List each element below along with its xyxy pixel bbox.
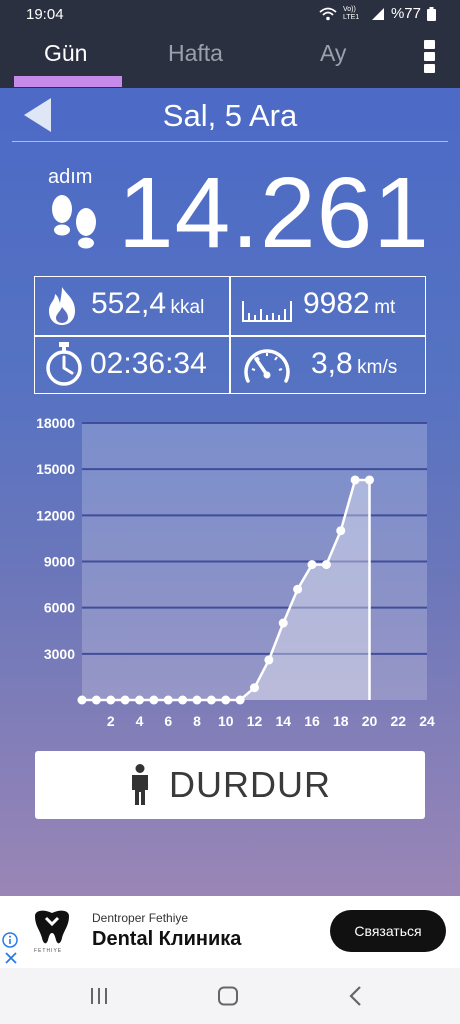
status-bar: 19:04 Vo)) LTE1 %77 xyxy=(0,0,460,30)
speed-unit: km/s xyxy=(357,357,398,378)
chart-x-tick-label: 4 xyxy=(136,713,144,729)
calories-value: 552,4 xyxy=(91,287,167,320)
calories-stat: 552,4 kkal xyxy=(91,287,204,321)
speedometer-icon xyxy=(244,349,290,383)
chart-x-tick-label: 18 xyxy=(333,713,349,729)
network-label: Vo)) LTE1 xyxy=(342,5,360,21)
ad-contact-button[interactable]: Связаться xyxy=(330,910,446,952)
date-label: Sal, 5 Ara xyxy=(162,98,298,133)
status-time: 19:04 xyxy=(26,6,64,23)
hourly-steps-chart: 3000600090001200015000180002 4 6 8 10 12 14 16 1… xyxy=(36,415,435,729)
system-nav-bar xyxy=(0,968,460,1024)
chart-data-point xyxy=(264,655,274,665)
chart-data-point xyxy=(192,695,202,705)
chart-data-point xyxy=(77,695,87,705)
chart-x-tick-label: 14 xyxy=(275,713,291,729)
chart-data-point xyxy=(321,560,331,570)
date-divider xyxy=(12,141,448,142)
chart-x-tick-label: 22 xyxy=(390,713,406,729)
advertiser-logo-icon xyxy=(35,910,69,944)
tab-bar: Gün Hafta Ay xyxy=(0,30,460,88)
duration-stat: 02:36:34 xyxy=(90,347,207,381)
chart-data-point xyxy=(206,695,216,705)
chart-x-tick-label: 2 xyxy=(107,713,115,729)
chart-data-point xyxy=(278,618,288,628)
back-icon[interactable] xyxy=(348,986,362,1006)
chart-data-point xyxy=(91,695,101,705)
tab-week[interactable]: Hafta xyxy=(168,40,223,67)
stats-grid: 552,4 kkal 9982 mt 02:36:34 3,8 km/s xyxy=(34,276,426,394)
status-indicators: Vo)) LTE1 %77 xyxy=(319,5,436,22)
stopwatch-icon xyxy=(46,342,82,386)
chart-y-tick-label: 9000 xyxy=(44,554,75,570)
chart-x-tick-label: 12 xyxy=(247,713,263,729)
chart-x-tick-label: 20 xyxy=(362,713,378,729)
tab-day[interactable]: Gün xyxy=(44,40,87,67)
chart-y-tick-label: 6000 xyxy=(44,600,75,616)
chart-x-tick-label: 24 xyxy=(419,713,435,729)
ad-close-icon[interactable] xyxy=(5,952,17,964)
home-icon[interactable] xyxy=(217,986,239,1006)
ad-advertiser: Dentroper Fethiye xyxy=(92,911,189,925)
stop-button[interactable]: DURDUR xyxy=(35,751,425,819)
chart-data-point xyxy=(365,475,374,485)
speed-value: 3,8 xyxy=(311,347,353,380)
active-tab-indicator xyxy=(14,76,122,87)
overflow-menu-icon[interactable] xyxy=(424,40,438,76)
person-icon xyxy=(132,764,148,805)
wifi-icon xyxy=(319,7,337,20)
main-content: Sal, 5 Ara adım 14.261 552,4 kkal 9982 m… xyxy=(0,88,460,896)
chart-data-point xyxy=(235,695,245,705)
chart-data-point xyxy=(135,695,144,705)
chart-y-tick-label: 15000 xyxy=(36,461,75,477)
chart-x-tick-label: 16 xyxy=(304,713,320,729)
steps-count: 14.261 xyxy=(118,157,430,269)
chart-data-point xyxy=(163,695,173,705)
distance-value: 9982 xyxy=(303,287,370,320)
duration-value: 02:36:34 xyxy=(90,347,207,380)
chart-data-point xyxy=(350,475,360,485)
chart-data-point xyxy=(250,683,259,693)
ad-banner[interactable]: FETHIYE Dentroper Fethiye Dental Клиника… xyxy=(0,896,460,968)
stop-button-label: DURDUR xyxy=(169,764,331,805)
distance-unit: mt xyxy=(374,297,396,318)
chart-x-tick-label: 10 xyxy=(218,713,234,729)
footprints-icon xyxy=(52,195,96,249)
chart-data-point xyxy=(120,695,130,705)
calories-unit: kkal xyxy=(170,297,205,318)
steps-caption: adım xyxy=(48,166,93,188)
signal-icon xyxy=(371,7,384,20)
chart-y-tick-label: 3000 xyxy=(44,646,75,662)
chart-data-point xyxy=(336,526,346,536)
battery-percent: %77 xyxy=(390,5,421,22)
chart-data-point xyxy=(178,695,188,705)
previous-day-arrow-icon[interactable] xyxy=(24,98,52,132)
chart-y-tick-label: 12000 xyxy=(36,507,75,523)
chart-data-point xyxy=(106,695,116,705)
chart-data-point xyxy=(293,584,303,594)
tab-month[interactable]: Ay xyxy=(320,40,346,67)
ruler-icon xyxy=(242,301,292,322)
chart-data-point xyxy=(307,560,317,570)
chart-data-point xyxy=(149,695,159,705)
chart-x-tick-label: 8 xyxy=(193,713,201,729)
distance-stat: 9982 mt xyxy=(303,287,395,321)
speed-stat: 3,8 km/s xyxy=(311,347,397,381)
recent-apps-icon[interactable] xyxy=(89,986,109,1006)
ad-logo-caption: FETHIYE xyxy=(34,948,63,954)
ad-info-icon[interactable] xyxy=(2,932,18,948)
chart-x-tick-label: 6 xyxy=(164,713,172,729)
ad-headline: Dental Клиника xyxy=(92,928,242,950)
chart-y-tick-label: 18000 xyxy=(36,415,75,431)
battery-icon xyxy=(427,6,436,21)
chart-data-point xyxy=(221,695,231,705)
flame-icon xyxy=(49,287,75,325)
